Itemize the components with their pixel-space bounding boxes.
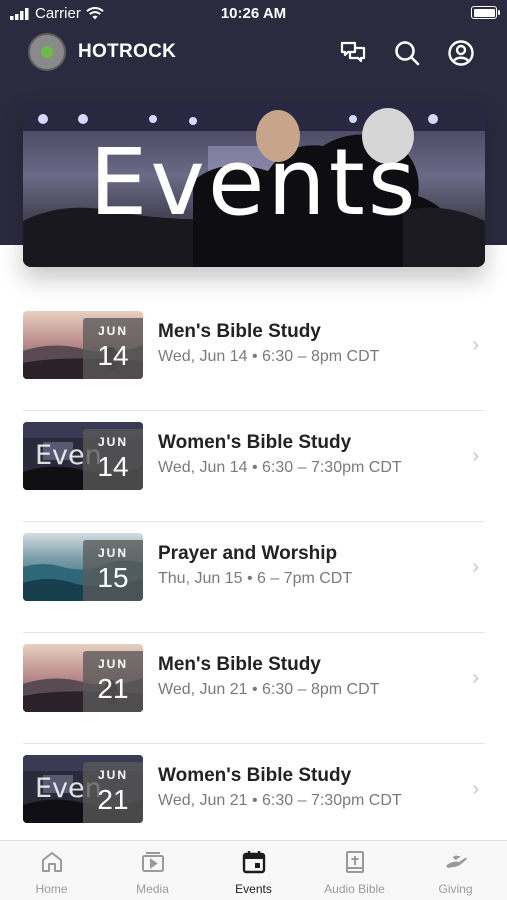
event-title: Prayer and Worship — [158, 543, 338, 564]
event-meta: Wed, Jun 14 • 6:30 – 7:30pm CDT — [158, 459, 402, 476]
tab-giving[interactable]: Giving — [405, 849, 506, 899]
calendar-icon — [242, 851, 265, 874]
event-date-day: 14 — [97, 451, 129, 482]
app-bar: HOTROCK — [0, 30, 507, 76]
chevron-right-icon: › — [472, 445, 479, 467]
bible-icon — [345, 851, 364, 873]
event-date-badge: JUN 14 — [83, 429, 143, 490]
event-title: Women's Bible Study — [158, 432, 352, 453]
status-bar: Carrier 10:26 AM — [0, 0, 507, 28]
event-date-month: JUN — [97, 768, 128, 782]
event-date-day: 14 — [97, 340, 129, 371]
event-thumbnail: JUN 14 — [23, 311, 143, 379]
app-title: HOTROCK — [78, 41, 177, 62]
event-title: Men's Bible Study — [158, 321, 321, 342]
event-list-item[interactable]: Even JUN 21 Women's Bible Study Wed, Jun 21 … — [0, 744, 507, 855]
event-list-item[interactable]: Even JUN 14 Women's Bible Study Wed, Jun 14 … — [0, 411, 507, 522]
tab-audio-bible-label: Audio Bible — [324, 882, 385, 896]
media-icon — [141, 852, 164, 872]
chevron-right-icon: › — [472, 334, 479, 356]
tab-events[interactable]: Events — [203, 849, 304, 899]
event-thumbnail: Even JUN 21 — [23, 755, 143, 823]
church-logo[interactable] — [28, 33, 66, 71]
tab-giving-label: Giving — [438, 882, 473, 896]
tab-events-label: Events — [235, 882, 272, 896]
giving-icon — [445, 855, 467, 868]
status-time: 10:26 AM — [220, 5, 287, 22]
event-meta: Wed, Jun 14 • 6:30 – 8pm CDT — [158, 348, 380, 365]
event-date-day: 21 — [97, 673, 129, 704]
event-thumbnail: JUN 21 — [23, 644, 143, 712]
event-date-month: JUN — [97, 657, 128, 671]
event-date-month: JUN — [97, 546, 128, 560]
event-thumbnail: JUN 15 — [23, 533, 143, 601]
hero-title: Events — [89, 129, 419, 236]
tab-home[interactable]: Home — [1, 849, 102, 899]
event-title: Women's Bible Study — [158, 765, 352, 786]
event-meta: Wed, Jun 21 • 6:30 – 7:30pm CDT — [158, 792, 402, 809]
chevron-right-icon: › — [472, 556, 479, 578]
event-date-month: JUN — [97, 435, 128, 449]
tab-home-label: Home — [35, 882, 68, 896]
event-list-item[interactable]: JUN 21 Men's Bible Study Wed, Jun 21 • 6:30… — [0, 633, 507, 744]
event-date-day: 15 — [97, 562, 129, 593]
tab-audio-bible[interactable]: Audio Bible — [304, 849, 405, 899]
event-date-badge: JUN 21 — [83, 762, 143, 823]
battery-icon — [471, 6, 500, 19]
event-date-badge: JUN 15 — [83, 540, 143, 601]
event-title: Men's Bible Study — [158, 654, 321, 675]
chevron-right-icon: › — [472, 778, 479, 800]
chevron-right-icon: › — [472, 667, 479, 689]
event-date-month: JUN — [97, 324, 128, 338]
event-meta: Thu, Jun 15 • 6 – 7pm CDT — [158, 570, 353, 587]
tab-bar: Home Media Events Audio Bible Giving — [0, 840, 507, 900]
event-list-item[interactable]: JUN 14 Men's Bible Study Wed, Jun 14 • 6:30… — [0, 300, 507, 411]
profile-icon[interactable] — [446, 38, 476, 68]
home-icon — [41, 852, 62, 872]
chat-icon[interactable] — [338, 38, 368, 68]
event-list-item[interactable]: JUN 15 Prayer and Worship Thu, Jun 15 • 6 –… — [0, 522, 507, 633]
event-date-badge: JUN 14 — [83, 318, 143, 379]
event-thumbnail: Even JUN 14 — [23, 422, 143, 490]
tab-media[interactable]: Media — [102, 849, 203, 899]
search-icon[interactable] — [392, 38, 422, 68]
tab-media-label: Media — [136, 882, 169, 896]
event-date-badge: JUN 21 — [83, 651, 143, 712]
events-hero-banner: Events — [23, 101, 485, 267]
event-meta: Wed, Jun 21 • 6:30 – 8pm CDT — [158, 681, 380, 698]
event-date-day: 21 — [97, 784, 129, 815]
